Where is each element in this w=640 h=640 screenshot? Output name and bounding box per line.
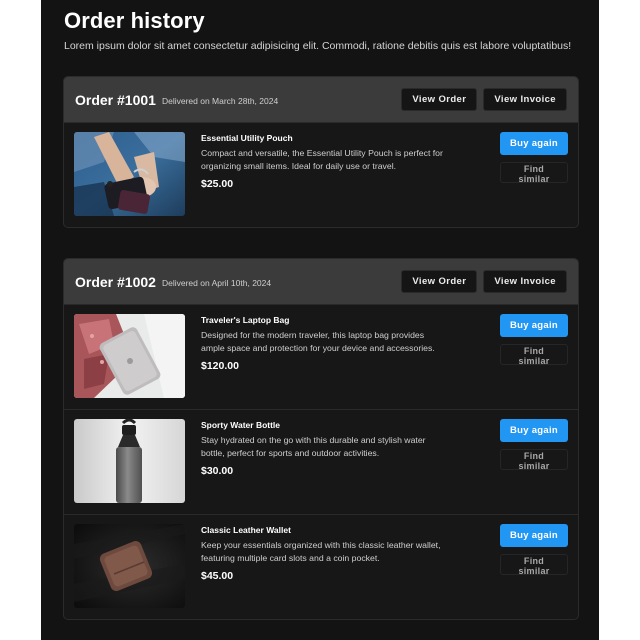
view-invoice-button[interactable]: View Invoice: [483, 270, 567, 293]
buy-again-button[interactable]: Buy again: [500, 314, 568, 337]
item-price: $25.00: [201, 178, 234, 190]
view-order-button[interactable]: View Order: [401, 88, 478, 111]
view-order-button[interactable]: View Order: [401, 270, 478, 293]
find-similar-button[interactable]: Find similar: [500, 554, 568, 576]
order-delivery-date: Delivered on April 10th, 2024: [161, 277, 272, 288]
order-header: Order #1001 Delivered on March 28th, 202…: [64, 77, 578, 122]
buy-again-button[interactable]: Buy again: [500, 419, 568, 442]
order-item: Classic Leather Wallet Keep your essenti…: [64, 514, 578, 619]
item-name: Essential Utility Pouch: [201, 133, 293, 143]
order-card: Order #1001 Delivered on March 28th, 202…: [63, 76, 579, 228]
item-price: $45.00: [201, 570, 234, 582]
item-price: $120.00: [201, 360, 239, 372]
page-title: Order history: [64, 8, 205, 33]
water-bottle-photo: [74, 419, 185, 503]
page-subtitle: Lorem ipsum dolor sit amet consectetur a…: [64, 40, 572, 52]
item-info: Essential Utility Pouch Compact and vers…: [201, 133, 446, 190]
item-actions: Buy again Find similar: [500, 314, 568, 366]
item-description: Compact and versatile, the Essential Uti…: [201, 148, 443, 171]
laptop-bag-photo: [74, 314, 185, 398]
item-actions: Buy again Find similar: [500, 419, 568, 471]
order-delivery-date: Delivered on March 28th, 2024: [161, 95, 279, 106]
view-invoice-button[interactable]: View Invoice: [483, 88, 567, 111]
item-name: Classic Leather Wallet: [201, 525, 291, 535]
item-info: Traveler's Laptop Bag Designed for the m…: [201, 315, 446, 372]
find-similar-button[interactable]: Find similar: [500, 344, 568, 366]
buy-again-button[interactable]: Buy again: [500, 132, 568, 155]
item-description: Stay hydrated on the go with this durabl…: [201, 435, 426, 458]
order-number: Order #1001: [75, 91, 156, 108]
find-similar-button[interactable]: Find similar: [500, 162, 568, 184]
person-holding-pouch-photo: [74, 132, 185, 216]
buy-again-button[interactable]: Buy again: [500, 524, 568, 547]
order-card: Order #1002 Delivered on April 10th, 202…: [63, 258, 579, 620]
leather-wallet-photo: [74, 524, 185, 608]
order-history-panel: Order history Lorem ipsum dolor sit amet…: [41, 0, 599, 640]
order-item: Sporty Water Bottle Stay hydrated on the…: [64, 409, 578, 514]
order-header-actions: View Order View Invoice: [401, 88, 567, 111]
item-description: Designed for the modern traveler, this l…: [201, 330, 435, 353]
order-number: Order #1002: [75, 273, 156, 290]
find-similar-button[interactable]: Find similar: [500, 449, 568, 471]
item-actions: Buy again Find similar: [500, 524, 568, 576]
item-actions: Buy again Find similar: [500, 132, 568, 184]
order-item: Traveler's Laptop Bag Designed for the m…: [64, 304, 578, 409]
order-header: Order #1002 Delivered on April 10th, 202…: [64, 259, 578, 304]
item-info: Classic Leather Wallet Keep your essenti…: [201, 525, 446, 582]
item-price: $30.00: [201, 465, 234, 477]
item-name: Traveler's Laptop Bag: [201, 315, 290, 325]
order-item: Essential Utility Pouch Compact and vers…: [64, 122, 578, 227]
item-info: Sporty Water Bottle Stay hydrated on the…: [201, 420, 446, 477]
item-description: Keep your essentials organized with this…: [201, 540, 441, 563]
item-name: Sporty Water Bottle: [201, 420, 281, 430]
order-header-actions: View Order View Invoice: [401, 270, 567, 293]
